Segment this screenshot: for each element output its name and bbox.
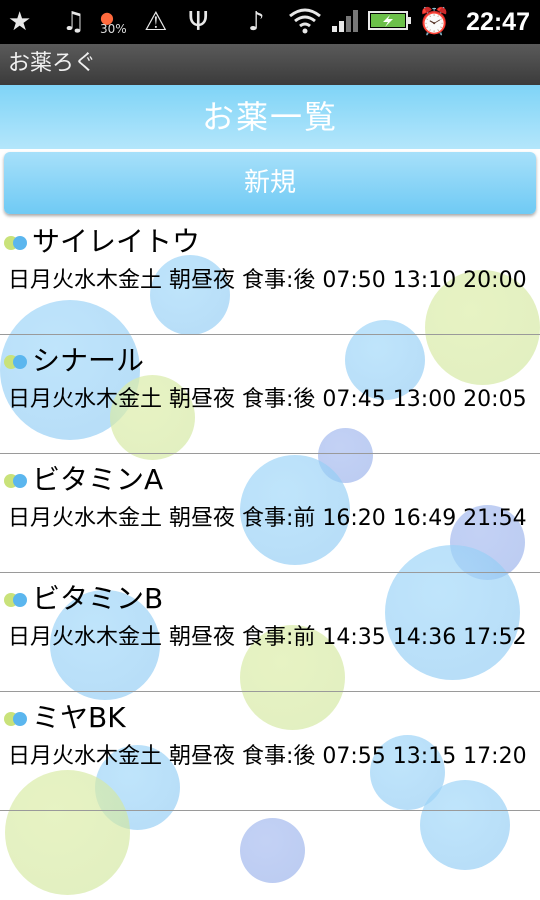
page-header: お薬一覧 (0, 85, 540, 149)
medication-list: サイレイトウ 日月火水木金土 朝昼夜 食事:後 07:50 13:10 20:0… (0, 216, 540, 811)
pill-icon (4, 236, 30, 250)
battery-saver-percent: 30% (100, 22, 127, 36)
medication-schedule: 日月火水木金土 朝昼夜 食事:後 07:45 13:00 20:05 (8, 387, 527, 412)
battery-icon (368, 6, 412, 42)
signal-icon (330, 6, 362, 42)
list-item[interactable]: シナール 日月火水木金土 朝昼夜 食事:後 07:45 13:00 20:05 (0, 335, 540, 454)
page-title: お薬一覧 (201, 98, 338, 136)
app-title-bar: お薬ろぐ (0, 44, 540, 85)
list-item[interactable]: ビタミンB 日月火水木金土 朝昼夜 食事:前 14:35 14:36 17:52 (0, 573, 540, 692)
pill-icon (4, 355, 30, 369)
no-music-icon: ♪ (248, 7, 265, 37)
medication-schedule: 日月火水木金土 朝昼夜 食事:後 07:50 13:10 20:00 (8, 268, 527, 293)
pill-icon (4, 474, 30, 488)
app-title: お薬ろぐ (8, 51, 97, 76)
warning-icon: ⚠ (144, 7, 168, 37)
pill-icon (4, 593, 30, 607)
medication-schedule: 日月火水木金土 朝昼夜 食事:前 14:35 14:36 17:52 (8, 625, 527, 650)
music-icon: ♫ (62, 7, 86, 37)
star-icon: ★ (8, 7, 32, 37)
new-button-label: 新規 (243, 168, 296, 198)
medication-schedule: 日月火水木金土 朝昼夜 食事:後 07:55 13:15 17:20 (8, 744, 527, 769)
medication-name: ビタミンA (32, 463, 164, 496)
pill-icon (4, 712, 30, 726)
usb-icon: Ψ (188, 7, 209, 37)
new-medication-button[interactable]: 新規 (4, 152, 536, 214)
list-item[interactable]: ビタミンA 日月火水木金土 朝昼夜 食事:前 16:20 16:49 21:54 (0, 454, 540, 573)
medication-name: サイレイトウ (32, 225, 201, 258)
medication-name: ビタミンB (32, 582, 164, 615)
clock-time: 22:47 (466, 8, 530, 36)
medication-name: シナール (32, 344, 145, 377)
medication-schedule: 日月火水木金土 朝昼夜 食事:前 16:20 16:49 21:54 (8, 506, 527, 531)
medication-name: ミヤBK (32, 701, 126, 734)
alarm-icon: ⏰ (418, 7, 451, 37)
wifi-icon (288, 6, 322, 42)
list-item[interactable]: サイレイトウ 日月火水木金土 朝昼夜 食事:後 07:50 13:10 20:0… (0, 216, 540, 335)
bubble-decoration (240, 818, 305, 883)
status-bar: ★ ♫ ● 30% ⚠ Ψ ♪ ⏰ 22:47 (0, 0, 540, 44)
list-item[interactable]: ミヤBK 日月火水木金土 朝昼夜 食事:後 07:55 13:15 17:20 (0, 692, 540, 811)
